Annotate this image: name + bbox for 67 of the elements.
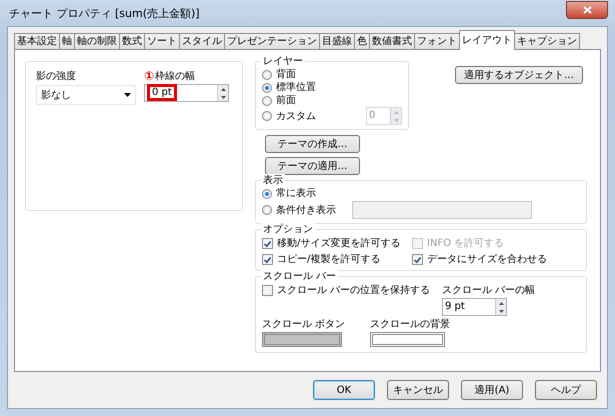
dialog-button[interactable]: キャンセル bbox=[387, 380, 449, 400]
dialog-button[interactable]: OK bbox=[313, 380, 375, 400]
group-title: スクロール バー bbox=[261, 270, 338, 283]
tab[interactable]: キャプション bbox=[514, 33, 580, 50]
dialog-button[interactable]: ヘルプ bbox=[535, 380, 597, 400]
field-label: スクロール バーの幅 bbox=[442, 284, 536, 297]
radio-button[interactable] bbox=[262, 111, 272, 121]
tab[interactable]: フォント bbox=[414, 33, 460, 50]
radio-button[interactable] bbox=[262, 205, 272, 215]
radio-option[interactable]: 背面 bbox=[262, 68, 402, 81]
spin-arrows-icon[interactable] bbox=[217, 85, 228, 101]
theme-button[interactable]: テーマの作成... bbox=[265, 135, 360, 153]
dropdown-caret-icon bbox=[124, 93, 131, 97]
theme-button[interactable]: テーマの適用... bbox=[265, 157, 360, 175]
tab[interactable]: 基本設定 bbox=[14, 33, 60, 50]
radio-option[interactable]: カスタム bbox=[262, 110, 316, 122]
checkmark-icon bbox=[264, 256, 271, 262]
tab[interactable]: ソート bbox=[144, 33, 180, 50]
checkbox-label: スクロール バーの位置を保持する bbox=[277, 284, 430, 297]
radio-option[interactable]: 標準位置 bbox=[262, 81, 402, 94]
radio-button[interactable] bbox=[262, 188, 272, 198]
spin-arrows-icon[interactable] bbox=[495, 299, 506, 315]
checkbox-label: データにサイズを合わせる bbox=[427, 253, 547, 266]
tab[interactable]: 軸の制限 bbox=[74, 33, 120, 50]
group-title: 表示 bbox=[261, 174, 285, 187]
radio-option[interactable]: 常に表示 bbox=[262, 187, 580, 200]
tab[interactable]: 目盛線 bbox=[319, 33, 355, 50]
tab[interactable]: スタイル bbox=[179, 33, 225, 50]
tab[interactable]: レイアウト bbox=[459, 30, 515, 50]
field-label: スクロールの背景 bbox=[370, 318, 450, 331]
close-icon bbox=[582, 6, 592, 14]
radio-option[interactable]: 前面 bbox=[262, 94, 402, 107]
checkbox-label: INFO を許可する bbox=[427, 237, 504, 250]
dialog-button[interactable]: 適用(A) bbox=[461, 380, 523, 400]
tab[interactable]: 数値書式 bbox=[369, 33, 415, 50]
color-swatch[interactable] bbox=[262, 332, 342, 347]
checkmark-icon bbox=[264, 240, 271, 246]
checkbox[interactable] bbox=[412, 254, 423, 265]
tab[interactable]: 数式 bbox=[119, 33, 145, 50]
tab[interactable]: プレゼンテーション bbox=[224, 33, 320, 50]
checkbox-label: コピー/複製を許可する bbox=[277, 253, 380, 266]
field-label: 影の強度 bbox=[36, 70, 77, 83]
radio-button[interactable] bbox=[262, 96, 272, 106]
condition-field[interactable] bbox=[352, 201, 532, 219]
checkbox[interactable] bbox=[262, 285, 273, 296]
annotation-marker: ① bbox=[144, 70, 154, 83]
radio-option[interactable]: 条件付き表示 bbox=[262, 204, 352, 216]
border-width-spinbox[interactable]: 0 pt bbox=[144, 84, 229, 102]
radio-button[interactable] bbox=[262, 82, 272, 92]
scrollbar-width-spinbox[interactable]: 9 pt bbox=[442, 298, 507, 316]
checkbox-label: 移動/サイズ変更を許可する bbox=[277, 237, 400, 250]
close-button[interactable] bbox=[566, 1, 608, 19]
group-title: オプション bbox=[261, 223, 315, 236]
field-label: 枠線の幅 bbox=[155, 70, 196, 83]
shadow-dropdown[interactable]: 影なし bbox=[36, 85, 136, 105]
field-label: スクロール ボタン bbox=[262, 318, 346, 331]
apply-objects-button[interactable]: 適用するオブジェクト... bbox=[455, 66, 583, 84]
checkbox[interactable] bbox=[262, 238, 273, 249]
checkbox[interactable] bbox=[262, 254, 273, 265]
group-title: レイヤー bbox=[261, 55, 305, 68]
tab[interactable]: 色 bbox=[354, 33, 370, 50]
window-title: チャート プロパティ [sum(売上金額)] bbox=[8, 6, 200, 20]
checkmark-icon bbox=[414, 256, 421, 262]
radio-button[interactable] bbox=[262, 70, 272, 80]
highlighted-value: 0 pt bbox=[147, 84, 177, 101]
tab[interactable]: 軸 bbox=[59, 33, 75, 50]
color-swatch[interactable] bbox=[370, 332, 446, 347]
